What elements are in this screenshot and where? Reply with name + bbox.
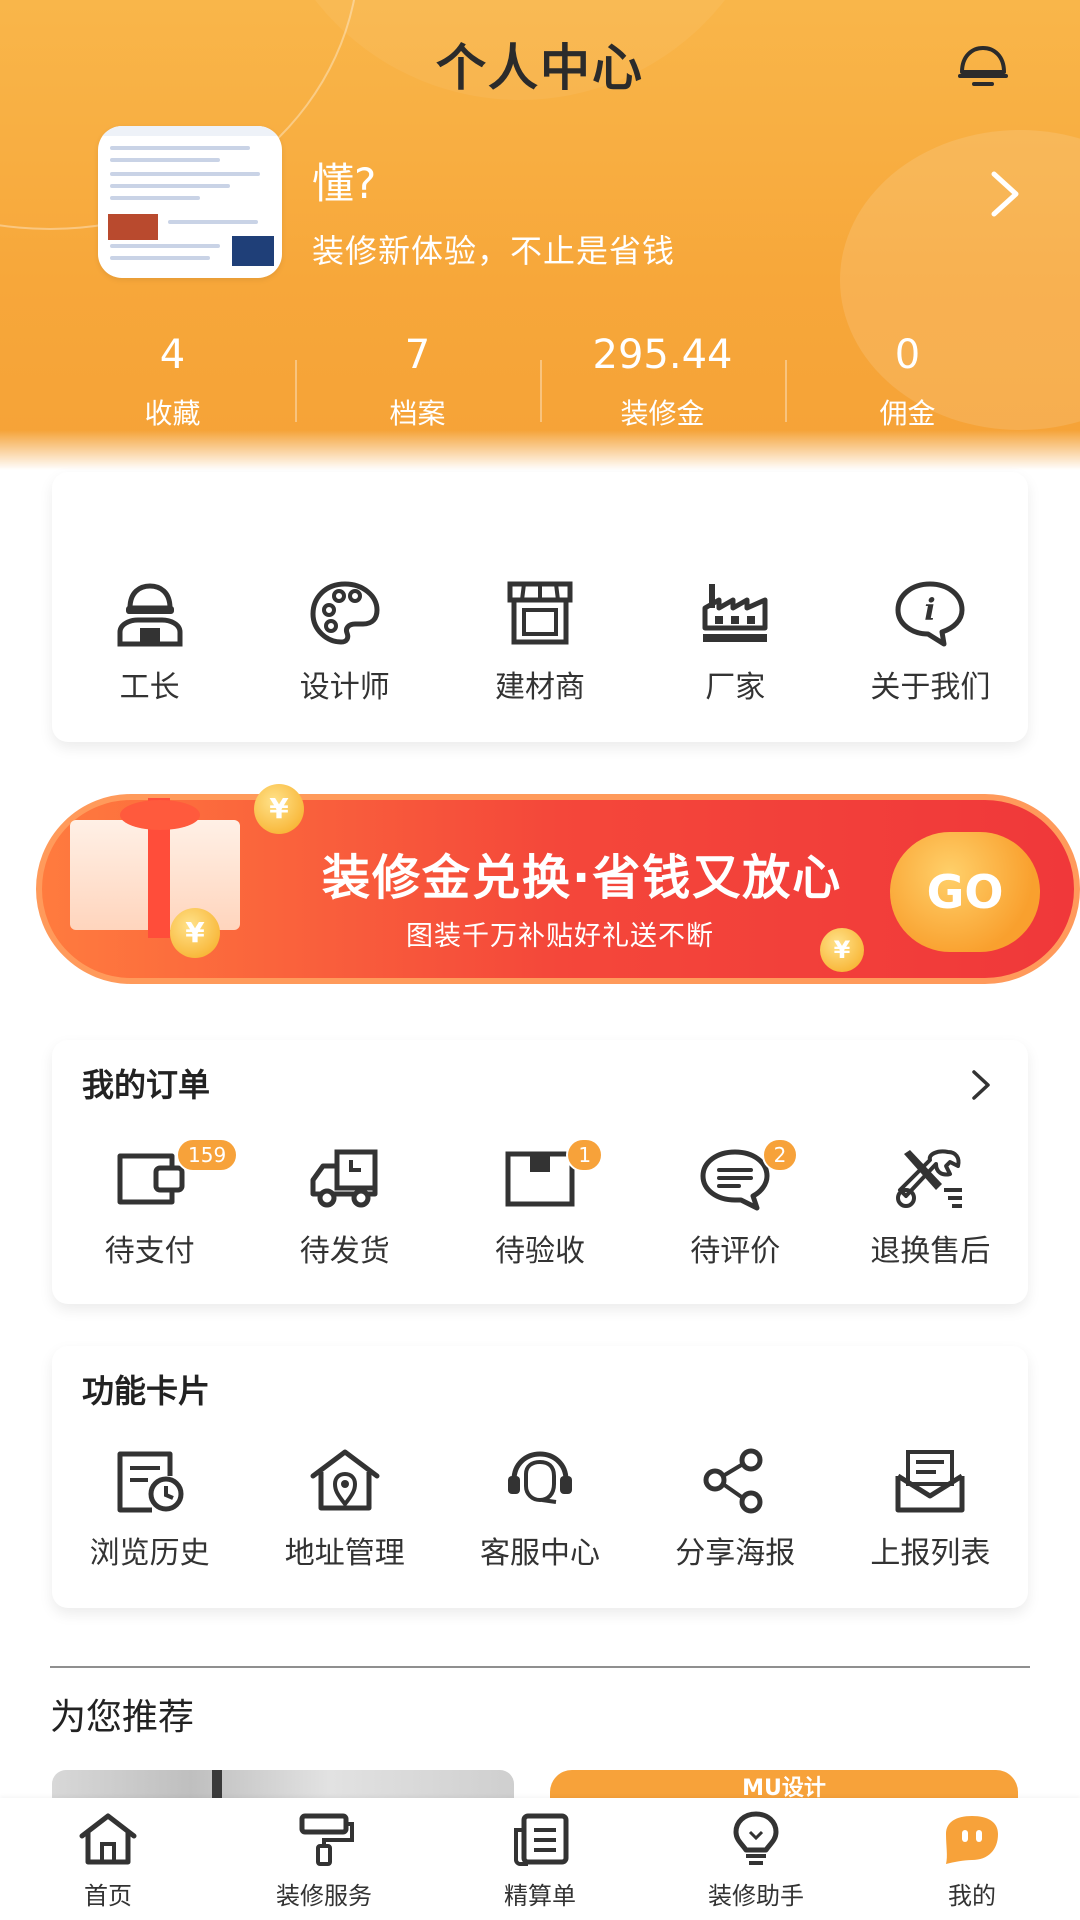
orders-title[interactable]: 我的订单 (82, 1060, 210, 1106)
stat-renovation-fund[interactable]: 295.44 装修金 (540, 330, 785, 440)
feature-history[interactable]: 浏览历史 (52, 1446, 247, 1572)
chevron-right-icon[interactable] (968, 1068, 994, 1102)
order-pending-shipment[interactable]: 待发货 (247, 1144, 442, 1270)
feature-row: 浏览历史 地址管理 客服中心 分享海报 上报列表 (52, 1446, 1028, 1572)
avatar[interactable] (98, 126, 282, 278)
tab-label: 装修服务 (276, 1882, 372, 1910)
username[interactable]: 懂? (312, 150, 376, 211)
stat-label: 佣金 (879, 397, 936, 430)
recommend-title: 为您推荐 (50, 1697, 195, 1738)
bottom-tab-bar: 首页 装修服务 精算单 装修助手 我的 (0, 1798, 1080, 1920)
ledger-icon (514, 1813, 569, 1866)
feature-label: 地址管理 (284, 1536, 405, 1571)
stat-favorites[interactable]: 4 收藏 (50, 330, 295, 440)
truck-icon (310, 1149, 378, 1208)
tab-label: 装修助手 (708, 1882, 804, 1910)
bulb-icon (733, 1811, 779, 1865)
count-badge: 1 (566, 1138, 604, 1172)
profile-stats: 4 收藏 7 档案 295.44 装修金 0 佣金 (50, 330, 1030, 440)
message-bell-icon[interactable] (956, 42, 1010, 90)
stat-value: 295.44 (592, 332, 733, 378)
roles-card: 工长 设计师 建材商 厂家 i 关于我们 (52, 472, 1028, 742)
order-pending-review[interactable]: 2 待评价 (638, 1138, 833, 1270)
stat-label: 收藏 (144, 397, 201, 430)
feature-report-list[interactable]: 上报列表 (833, 1446, 1028, 1572)
section-divider (50, 1666, 1030, 1668)
headset-icon (508, 1451, 572, 1504)
tab-renovation-assistant[interactable]: 装修助手 (648, 1798, 864, 1920)
order-status-label: 退换售后 (870, 1234, 991, 1269)
role-label: 关于我们 (870, 670, 991, 705)
address-icon (310, 1449, 380, 1511)
order-status-label: 待评价 (690, 1234, 781, 1269)
stat-label: 档案 (389, 397, 446, 430)
promo-banner[interactable]: ¥ ¥ ¥ 装修金兑换·省钱又放心 图装千万补贴好礼送不断 GO (0, 778, 1080, 1000)
palette-icon (310, 581, 380, 645)
stat-archives[interactable]: 7 档案 (295, 330, 540, 440)
role-about-us[interactable]: i 关于我们 (833, 578, 1028, 742)
order-status-label: 待发货 (299, 1234, 390, 1269)
role-label: 建材商 (495, 670, 585, 705)
order-status-label: 待支付 (104, 1234, 195, 1269)
role-label: 厂家 (705, 670, 766, 705)
tab-mine[interactable]: 我的 (864, 1798, 1080, 1920)
tab-renovation-services[interactable]: 装修服务 (216, 1798, 432, 1920)
stat-value: 0 (894, 332, 921, 378)
order-pending-inspection[interactable]: 1 待验收 (442, 1138, 637, 1270)
order-status-row: 159 待支付 待发货 1 待验收 2 待评价 退换售后 (52, 1138, 1028, 1270)
banner-go-button[interactable]: GO (890, 832, 1040, 952)
stat-commission[interactable]: 0 佣金 (785, 330, 1030, 440)
tab-label: 我的 (948, 1882, 996, 1910)
tools-icon (896, 1149, 963, 1208)
features-title: 功能卡片 (82, 1372, 211, 1410)
share-icon (703, 1448, 763, 1514)
foreman-icon (117, 583, 183, 647)
profile-slogan: 装修新体验，不止是省钱 (312, 232, 676, 270)
count-badge: 159 (176, 1138, 239, 1172)
tab-home[interactable]: 首页 (0, 1798, 216, 1920)
factory-icon (702, 584, 768, 642)
banner-subtitle: 图装千万补贴好礼送不断 (406, 921, 714, 952)
order-pending-payment[interactable]: 159 待支付 (52, 1138, 247, 1270)
orders-card: 我的订单 159 待支付 待发货 1 待验收 2 待评价 退换售后 (52, 1040, 1028, 1304)
chevron-right-icon[interactable] (984, 168, 1024, 220)
paint-roller-icon (299, 1813, 354, 1866)
order-status-label: 待验收 (495, 1234, 585, 1269)
page-title: 个人中心 (436, 39, 644, 97)
feature-label: 分享海报 (675, 1536, 796, 1571)
svg-text:i: i (925, 593, 936, 628)
feature-share-poster[interactable]: 分享海报 (638, 1446, 833, 1572)
coin-icon: ¥ (170, 908, 220, 958)
coin-icon: ¥ (820, 928, 864, 972)
feature-label: 上报列表 (870, 1536, 991, 1571)
mail-list-icon (895, 1450, 965, 1513)
feature-customer-service[interactable]: 客服中心 (442, 1446, 637, 1572)
tab-label: 首页 (84, 1882, 132, 1910)
banner-title: 装修金兑换·省钱又放心 (322, 850, 843, 906)
coin-icon: ¥ (254, 784, 304, 834)
role-label: 工长 (119, 670, 180, 705)
feature-label: 浏览历史 (89, 1536, 210, 1571)
feature-label: 客服中心 (480, 1536, 600, 1571)
store-icon (507, 581, 573, 645)
info-icon: i (895, 581, 965, 647)
feature-address[interactable]: 地址管理 (247, 1446, 442, 1572)
profile-face-icon (946, 1816, 998, 1864)
stat-value: 7 (404, 332, 431, 378)
tab-label: 精算单 (504, 1882, 576, 1910)
features-card: 功能卡片 浏览历史 地址管理 客服中心 分享海报 上报列表 (52, 1346, 1028, 1608)
role-manufacturer[interactable]: 厂家 (638, 578, 833, 742)
role-material-vendor[interactable]: 建材商 (442, 578, 637, 742)
role-designer[interactable]: 设计师 (247, 578, 442, 742)
stat-label: 装修金 (620, 397, 705, 430)
role-foreman[interactable]: 工长 (52, 578, 247, 742)
home-icon (79, 1813, 137, 1865)
count-badge: 2 (761, 1138, 799, 1172)
role-label: 设计师 (299, 670, 390, 705)
stat-value: 4 (159, 332, 186, 378)
order-after-sales[interactable]: 退换售后 (833, 1144, 1028, 1270)
gift-bow (120, 800, 200, 830)
history-icon (117, 1451, 184, 1513)
tab-estimate[interactable]: 精算单 (432, 1798, 648, 1920)
